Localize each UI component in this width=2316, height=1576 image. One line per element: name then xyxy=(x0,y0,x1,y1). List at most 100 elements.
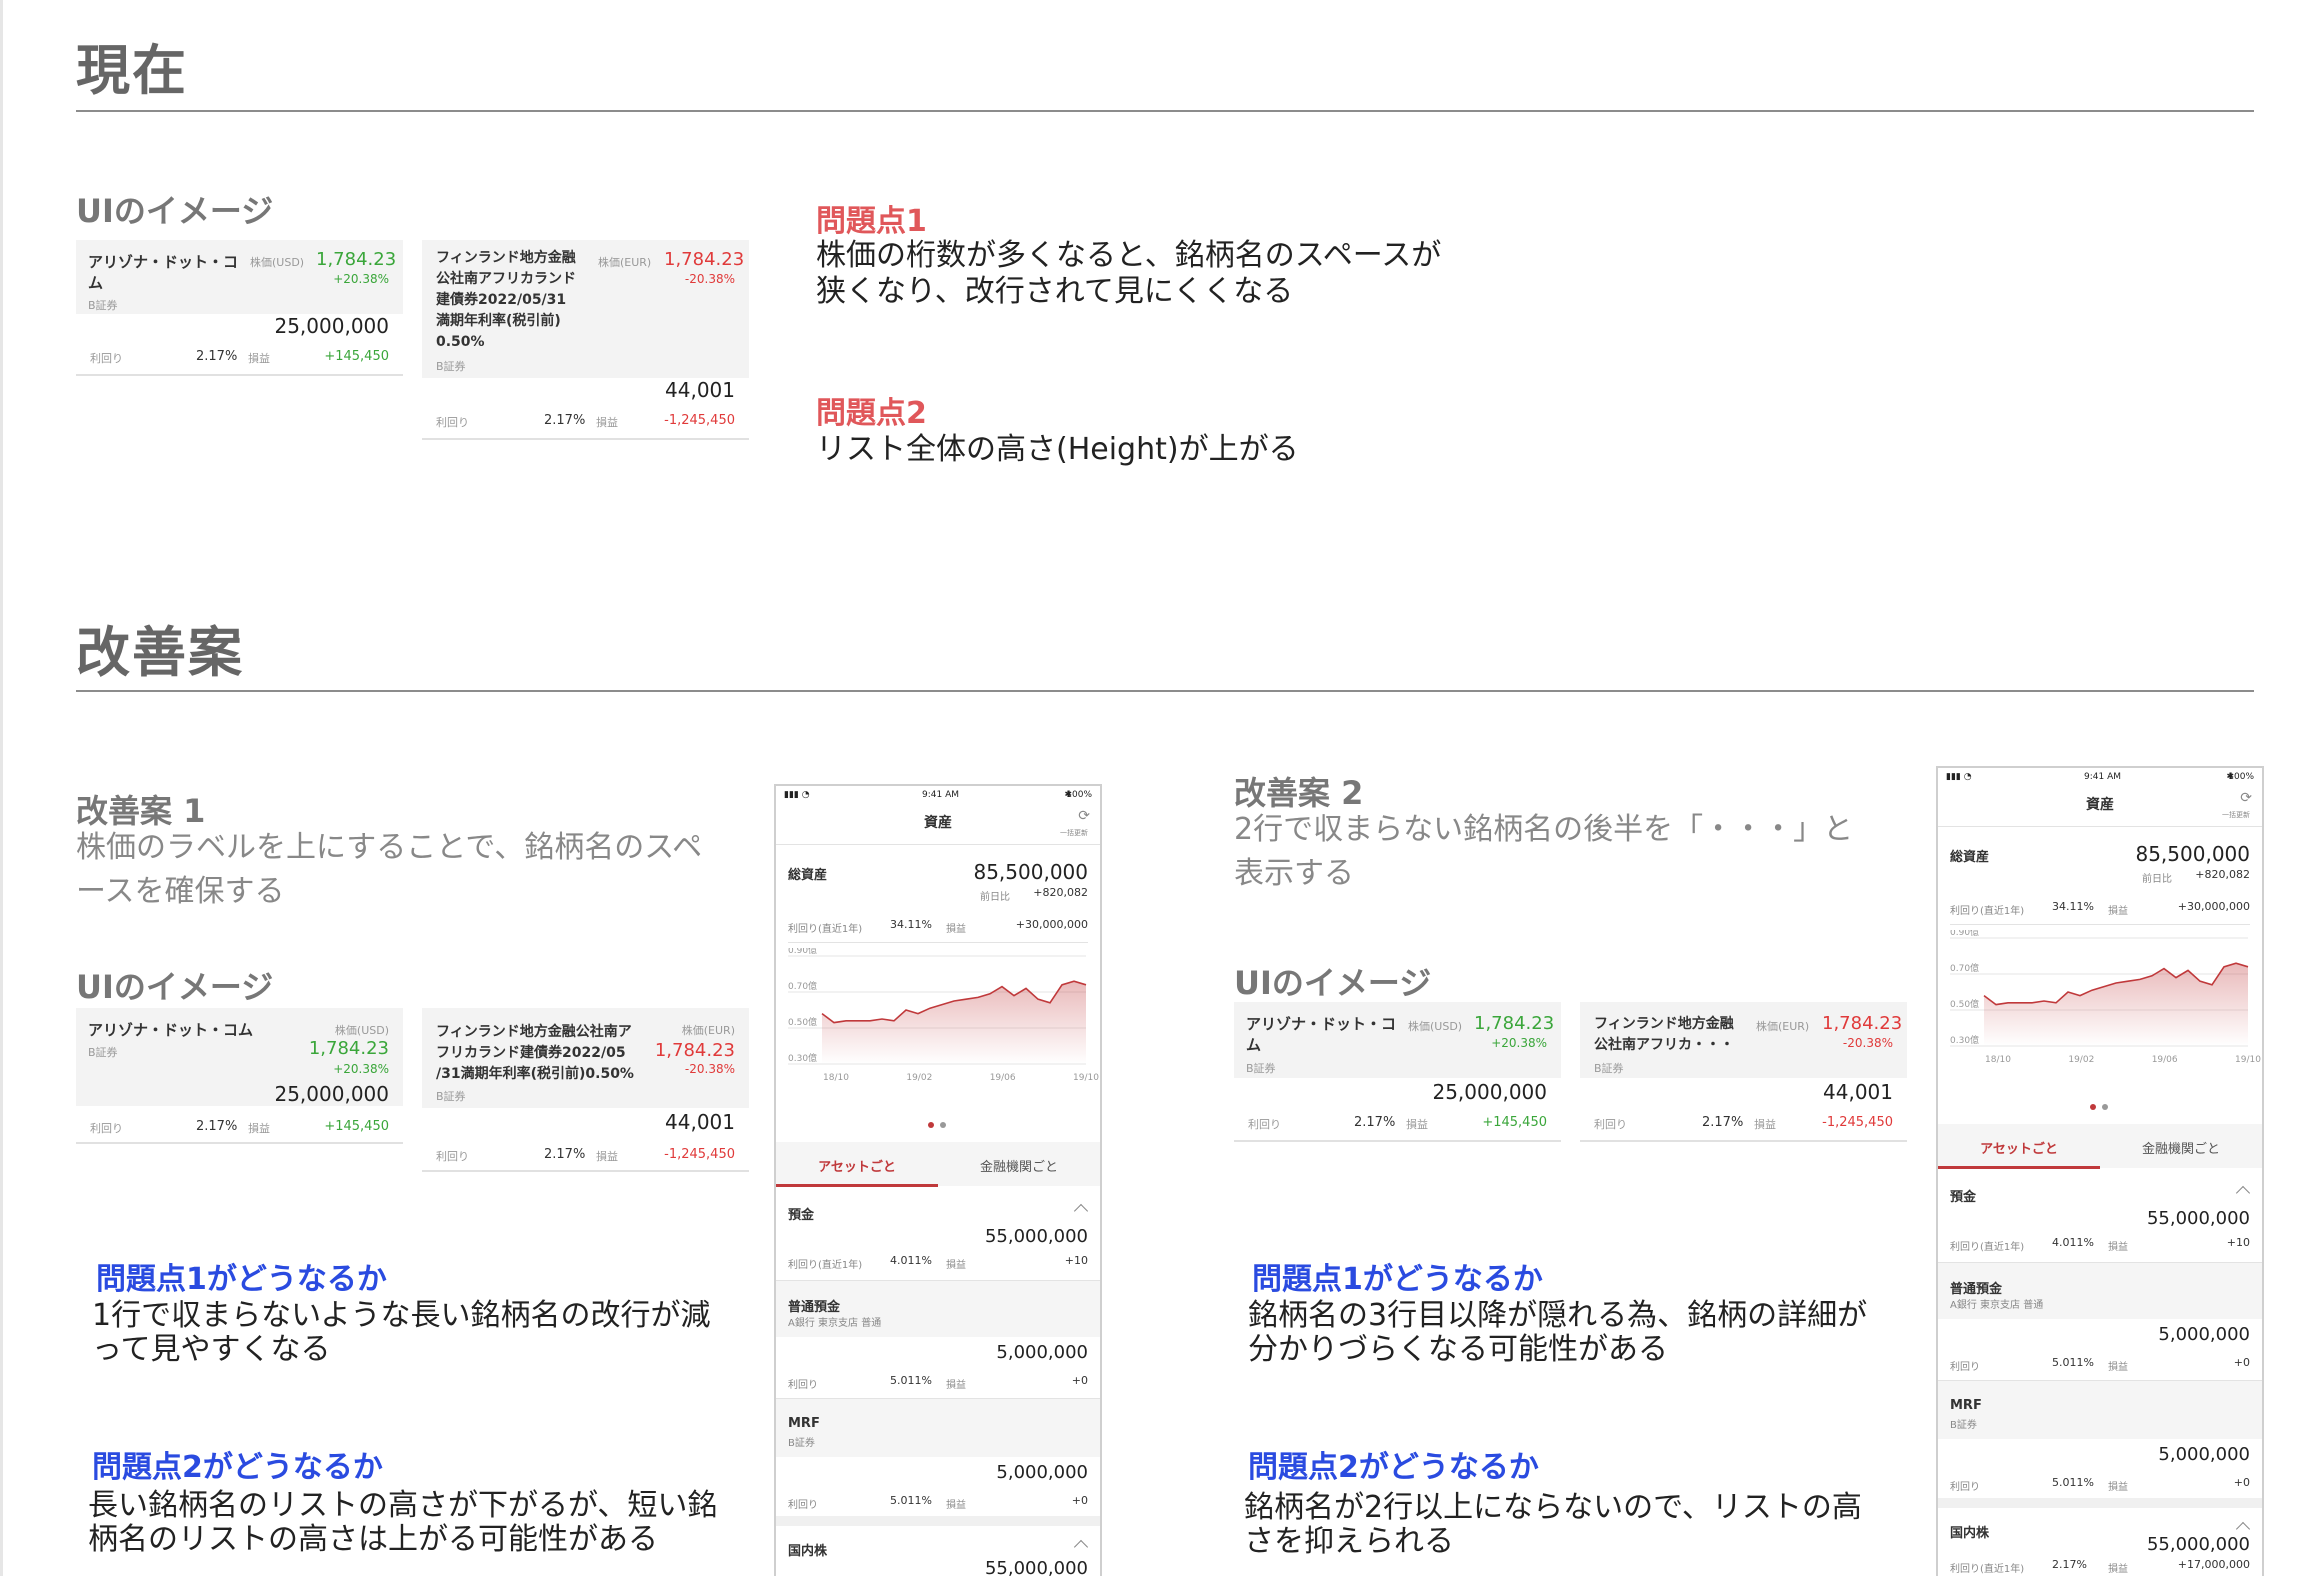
mrf-pnl: +0 xyxy=(1071,1494,1088,1507)
plan1-q2-line1: 長い銘柄名のリストの高さが下がるが、短い銘 xyxy=(88,1488,718,1523)
holding-name-line1: フィンランド地方金融 xyxy=(436,250,576,266)
deposit-value: 55,000,000 xyxy=(2146,1208,2250,1229)
holding-card-arizona-plan2[interactable]: アリゾナ・ドット・コ ム B証券 株価(USD) 1,784.23 +20.38… xyxy=(1234,1002,1561,1142)
mrf-label: MRF xyxy=(1950,1398,1982,1413)
y-tick-label: 0.30億 xyxy=(788,1052,817,1064)
savings-pnl: +0 xyxy=(1071,1374,1088,1387)
plan1-desc-line2: ースを確保する xyxy=(76,874,285,909)
holding-card-finland-current[interactable]: フィンランド地方金融 公社南アフリカランド 建債券2022/05/31 満期年利… xyxy=(422,240,749,440)
holding-name-line1: フィンランド地方金融 xyxy=(1594,1016,1734,1032)
broker-label: B証券 xyxy=(88,299,118,312)
tab-asset[interactable]: アセットごと xyxy=(1938,1138,2100,1157)
plan1-q2-title: 問題点2がどうなるか xyxy=(92,1450,383,1485)
deposit-value: 55,000,000 xyxy=(984,1226,1088,1247)
screen-title: 資産 xyxy=(924,815,952,831)
tab-institution[interactable]: 金融機関ごと xyxy=(938,1156,1100,1175)
page-dot-active[interactable] xyxy=(928,1122,934,1128)
refresh-label: 一括更新 xyxy=(1060,829,1088,837)
mrf-value: 5,000,000 xyxy=(996,1462,1088,1483)
asset-line-chart: 0.90億 0.70億 0.50億 0.30億 18/10 19/02 19/06 19/10 xyxy=(1950,930,2261,1065)
section-title-current: 現在 xyxy=(76,39,188,102)
pnl-value: +30,000,000 xyxy=(2177,900,2250,913)
x-tick-label: 19/06 xyxy=(2152,1055,2178,1065)
savings-pnl: +0 xyxy=(2233,1356,2250,1369)
chevron-up-icon[interactable] xyxy=(2235,1185,2251,1201)
holding-name-line2: フリカランド建債券2022/05 xyxy=(436,1045,626,1061)
holding-name-line4: 満期年利率(税引前) xyxy=(436,313,561,329)
problem1-text-line2: 狭くなり、改行されて見にくくなる xyxy=(816,274,1294,309)
broker-label: B証券 xyxy=(1246,1062,1276,1075)
savings-pnl-label: 損益 xyxy=(2108,1362,2128,1373)
chevron-up-icon[interactable] xyxy=(1073,1539,1089,1555)
pnl-value: -1,245,450 xyxy=(664,413,735,428)
price-value: 1,784.23 xyxy=(308,1038,389,1059)
yield-label: 利回り xyxy=(90,352,123,365)
plan1-q1-title: 問題点1がどうなるか xyxy=(96,1262,387,1297)
mrf-value: 5,000,000 xyxy=(2158,1444,2250,1465)
holding-name: アリゾナ・ドット・コム xyxy=(88,1021,254,1039)
holding-name-line5: 0.50% xyxy=(436,334,485,350)
holding-amount: 44,001 xyxy=(665,378,735,402)
plan2-desc-line2: 表示する xyxy=(1234,856,1354,891)
domestic-yield-label: 利回り(直近1年) xyxy=(1950,1564,2025,1575)
price-change: +20.38% xyxy=(333,1062,389,1076)
refresh-icon[interactable]: ⟳ xyxy=(2240,790,2252,806)
holding-name-line3: 建債券2022/05/31 xyxy=(436,292,567,308)
price-value: 1,784.23 xyxy=(1474,1013,1555,1034)
savings-sub: A銀行 東京支店 普通 xyxy=(1950,1300,2044,1311)
price-value: 1,784.23 xyxy=(664,249,745,270)
holding-card-finland-plan1[interactable]: フィンランド地方金融公社南ア フリカランド建債券2022/05 /31満期年利率… xyxy=(422,1008,749,1172)
signal-icon: ▮▮▮ ◔ xyxy=(784,790,810,800)
holding-card-finland-plan2[interactable]: フィンランド地方金融 公社南アフリカ・・・ B証券 株価(EUR) 1,784.… xyxy=(1580,1002,1907,1142)
pnl-value: +145,450 xyxy=(324,349,389,364)
yield-value: 34.11% xyxy=(890,918,932,931)
mrf-label: MRF xyxy=(788,1416,820,1431)
section-divider-current xyxy=(76,110,2254,112)
yield-label: 利回り(直近1年) xyxy=(1950,906,2025,917)
plan1-desc-line1: 株価のラベルを上にすることで、銘柄名のスペ xyxy=(76,830,703,865)
price-change: +20.38% xyxy=(1491,1036,1547,1050)
holding-card-arizona-current[interactable]: アリゾナ・ドット・コ ム B証券 株価(USD) 1,784.23 +20.38… xyxy=(76,240,403,376)
holding-name-line1: フィンランド地方金融公社南ア xyxy=(436,1024,632,1040)
refresh-icon[interactable]: ⟳ xyxy=(1078,808,1090,824)
pnl-label: 損益 xyxy=(2108,906,2128,917)
y-tick-label: 0.70億 xyxy=(788,980,817,992)
page-dot-active[interactable] xyxy=(2090,1104,2096,1110)
savings-pnl-label: 損益 xyxy=(946,1380,966,1391)
yield-value: 2.17% xyxy=(196,1119,238,1134)
holding-amount: 25,000,000 xyxy=(274,1082,389,1106)
savings-yield-label: 利回り xyxy=(1950,1362,1980,1373)
holding-amount: 25,000,000 xyxy=(274,314,389,338)
holding-card-arizona-plan1[interactable]: アリゾナ・ドット・コム B証券 株価(USD) 1,784.23 +20.38%… xyxy=(76,1008,403,1144)
price-label: 株価(EUR) xyxy=(598,256,652,269)
price-change: -20.38% xyxy=(684,1062,735,1076)
pnl-label: 損益 xyxy=(1754,1118,1776,1131)
savings-value: 5,000,000 xyxy=(2158,1324,2250,1345)
price-label: 株価(USD) xyxy=(250,256,305,269)
holding-name-line2: 公社南アフリカランド xyxy=(436,271,576,287)
yield-value: 2.17% xyxy=(196,349,238,364)
deposit-yield-label: 利回り(直近1年) xyxy=(1950,1242,2025,1253)
tab-institution[interactable]: 金融機関ごと xyxy=(2100,1138,2262,1157)
holding-amount: 25,000,000 xyxy=(1432,1080,1547,1104)
tab-asset[interactable]: アセットごと xyxy=(776,1156,938,1175)
yield-label: 利回り xyxy=(436,416,469,429)
y-tick-label: 0.30億 xyxy=(1950,1034,1979,1046)
broker-label: B証券 xyxy=(1594,1062,1624,1075)
deposit-pnl-label: 損益 xyxy=(946,1260,966,1271)
chevron-up-icon[interactable] xyxy=(1073,1203,1089,1219)
domestic-stock-label: 国内株 xyxy=(1950,1526,1990,1541)
holding-name-line1: アリゾナ・ドット・コ xyxy=(1246,1015,1397,1033)
page-dot[interactable] xyxy=(2102,1104,2108,1110)
total-assets-label: 総資産 xyxy=(1950,850,1990,865)
mrf-pnl-label: 損益 xyxy=(946,1500,966,1511)
yield-value: 2.17% xyxy=(544,1147,586,1162)
holding-name-line1: アリゾナ・ドット・コ xyxy=(88,253,239,271)
page-dot[interactable] xyxy=(940,1122,946,1128)
holding-name-line2: 公社南アフリカ・・・ xyxy=(1594,1037,1734,1053)
prev-day-value: +820,082 xyxy=(1033,886,1088,899)
price-label: 株価(EUR) xyxy=(681,1024,735,1037)
chart-area-fill xyxy=(822,981,1086,1064)
status-time: 9:41 AM xyxy=(2084,772,2121,782)
savings-label: 普通預金 xyxy=(788,1300,841,1315)
